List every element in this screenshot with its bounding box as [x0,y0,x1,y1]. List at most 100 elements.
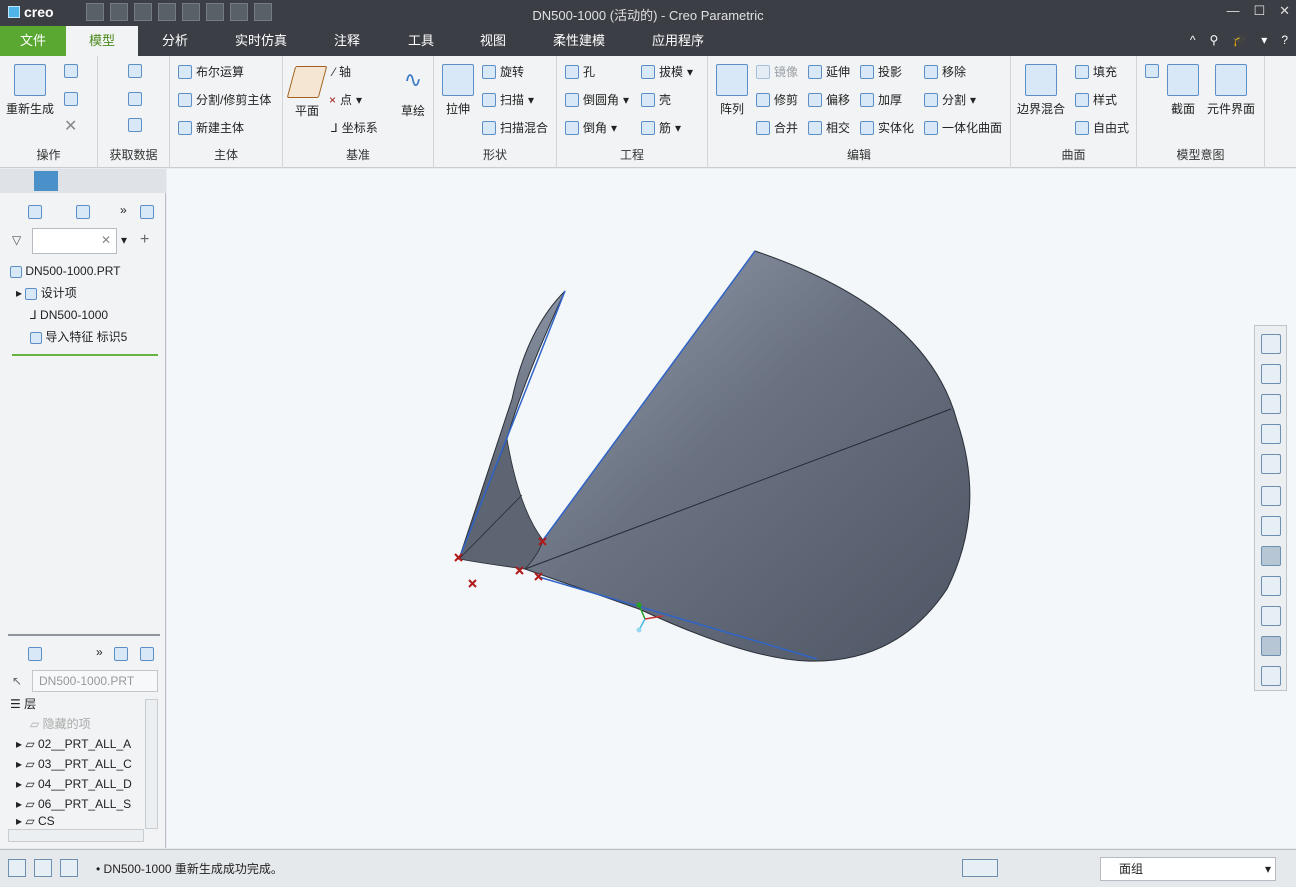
cone-surface[interactable] [510,250,971,662]
tab-applications[interactable]: 应用程序 [642,26,714,56]
shell-button[interactable]: 壳 [641,91,671,108]
refit-icon[interactable] [1261,334,1281,354]
shrinkwrap-icon[interactable] [128,118,142,132]
new-body-button[interactable]: 新建主体 [178,119,244,136]
selection-filter-dropdown[interactable]: 面组 ▾ [1100,857,1276,881]
search-dropdown-icon[interactable]: ▾ [121,233,127,247]
csys-display-icon[interactable] [1261,576,1281,596]
freestyle-button[interactable]: 自由式 [1075,119,1129,136]
copy-geometry-icon[interactable] [128,92,142,106]
swept-blend-button[interactable]: 扫描混合 [482,119,548,136]
filter-icon[interactable]: ▽ [12,233,21,247]
extrude-button[interactable]: 拉伸 [442,64,474,117]
expand-arrow-icon[interactable]: ▸ [16,286,22,300]
layer-item[interactable]: ▸ ▱ 02__PRT_ALL_A [0,733,145,755]
copy-icon[interactable] [64,64,78,78]
expand-more-icon[interactable]: » [120,203,127,217]
datum-plane-button[interactable]: 平面 [286,66,328,119]
tree-item-import-feature[interactable]: 导入特征 标识5 [0,326,160,348]
chamfer-button[interactable]: 倒角 ▾ [565,119,617,136]
sweep-button[interactable]: 扫描 ▾ [482,91,534,108]
extend-button[interactable]: 延伸 [808,63,850,80]
find-icon[interactable] [962,859,998,877]
collapse-ribbon-icon[interactable]: ^ [1190,33,1196,47]
tree-item-part[interactable]: DN500-1000.PRT [0,260,160,282]
show-navigator-icon[interactable] [8,859,26,877]
revolve-button[interactable]: 旋转 [482,63,524,80]
spin-center-icon[interactable] [1261,636,1281,656]
point-display-icon[interactable] [1261,546,1281,566]
expand-arrow-icon[interactable]: ▸ [16,757,22,771]
solidify-button[interactable]: 实体化 [860,119,914,136]
thicken-button[interactable]: 加厚 [860,91,902,108]
tab-annotation[interactable]: 注释 [322,26,372,56]
saved-orientations-icon[interactable] [1261,424,1281,444]
tab-flexible-modeling[interactable]: 柔性建模 [543,26,615,56]
tab-tools[interactable]: 工具 [396,26,446,56]
style-button[interactable]: 样式 [1075,91,1117,108]
boolean-button[interactable]: 布尔运算 [178,63,244,80]
layer-vertical-scrollbar[interactable] [145,699,158,829]
tree-item-csys[interactable]: ⅃ DN500-1000 [0,304,160,326]
tab-analysis[interactable]: 分析 [150,26,200,56]
boundary-blend-button[interactable]: 边界混合 [1017,64,1065,117]
display-style-icon[interactable] [1261,394,1281,414]
unify-surface-button[interactable]: 一体化曲面 [924,119,1002,136]
folder-browser-tab[interactable] [34,171,58,191]
expand-arrow-icon[interactable]: ▸ [16,737,22,751]
merge-button[interactable]: 合并 [756,119,798,136]
help-icon[interactable]: ? [1281,33,1288,47]
mirror-button[interactable]: 镜像 [756,63,798,80]
rib-button[interactable]: 筋 ▾ [641,119,681,136]
layer-show-icon[interactable] [140,647,154,661]
hole-button[interactable]: 孔 [565,63,595,80]
layer-settings-icon[interactable] [114,647,128,661]
recycle-icon[interactable] [1261,666,1281,686]
coordinate-system-button[interactable]: ⅃ 坐标系 [331,119,378,136]
model-tree-tab[interactable] [6,171,30,191]
project-button[interactable]: 投影 [860,63,902,80]
learning-icon[interactable]: 🎓 [1232,33,1247,47]
model-tree-settings-icon[interactable] [28,205,42,219]
annotation-display-icon[interactable] [1261,606,1281,626]
split-surface-button[interactable]: 分割 ▾ [924,91,976,108]
layer-item[interactable]: ▸ ▱ CS [0,813,145,829]
component-interface-button[interactable]: 元件界面 [1207,64,1255,117]
maximize-button[interactable]: ☐ [1253,3,1265,19]
panel-splitter[interactable] [8,634,160,636]
remove-button[interactable]: 移除 [924,63,966,80]
zoom-icon[interactable] [1261,364,1281,384]
round-button[interactable]: 倒圆角 ▾ [565,91,629,108]
paste-icon[interactable] [64,92,78,106]
layer-horizontal-scrollbar[interactable] [8,829,144,842]
tree-item-design-items[interactable]: ▸ 设计项 [0,282,160,304]
publish-geometry-icon[interactable] [1145,64,1159,78]
search-icon[interactable]: ⚲ [1210,33,1219,47]
expand-more-icon[interactable]: » [96,645,103,659]
offset-button[interactable]: 偏移 [808,91,850,108]
expand-arrow-icon[interactable]: ▸ [16,814,22,828]
show-browser-icon[interactable] [34,859,52,877]
draft-button[interactable]: 拔模 ▾ [641,63,693,80]
dropdown-icon[interactable]: ▾ [1261,33,1267,47]
fullscreen-icon[interactable] [60,859,78,877]
section-button[interactable]: 截面 [1167,64,1199,117]
select-pointer-icon[interactable]: ↖ [12,674,22,688]
graphics-viewport[interactable] [167,169,1296,848]
plane-display-icon[interactable] [1261,486,1281,506]
datum-point-button[interactable]: × 点 ▾ [329,91,362,108]
fill-button[interactable]: 填充 [1075,63,1117,80]
sketch-button[interactable]: ∿ 草绘 [397,66,429,119]
add-filter-icon[interactable]: + [140,231,149,249]
tab-realtime-sim[interactable]: 实时仿真 [225,26,297,56]
layer-tree-icon[interactable] [28,647,42,661]
tab-file[interactable]: 文件 [0,26,66,56]
expand-arrow-icon[interactable]: ▸ [16,777,22,791]
pattern-button[interactable]: 阵列 [716,64,748,117]
minimize-button[interactable]: — [1226,3,1239,19]
layer-model-select[interactable]: DN500-1000.PRT [32,670,158,692]
tab-model[interactable]: 模型 [66,26,138,56]
delete-icon[interactable]: ✕ [64,116,77,136]
view-manager-icon[interactable] [1261,454,1281,474]
intersect-button[interactable]: 相交 [808,119,850,136]
